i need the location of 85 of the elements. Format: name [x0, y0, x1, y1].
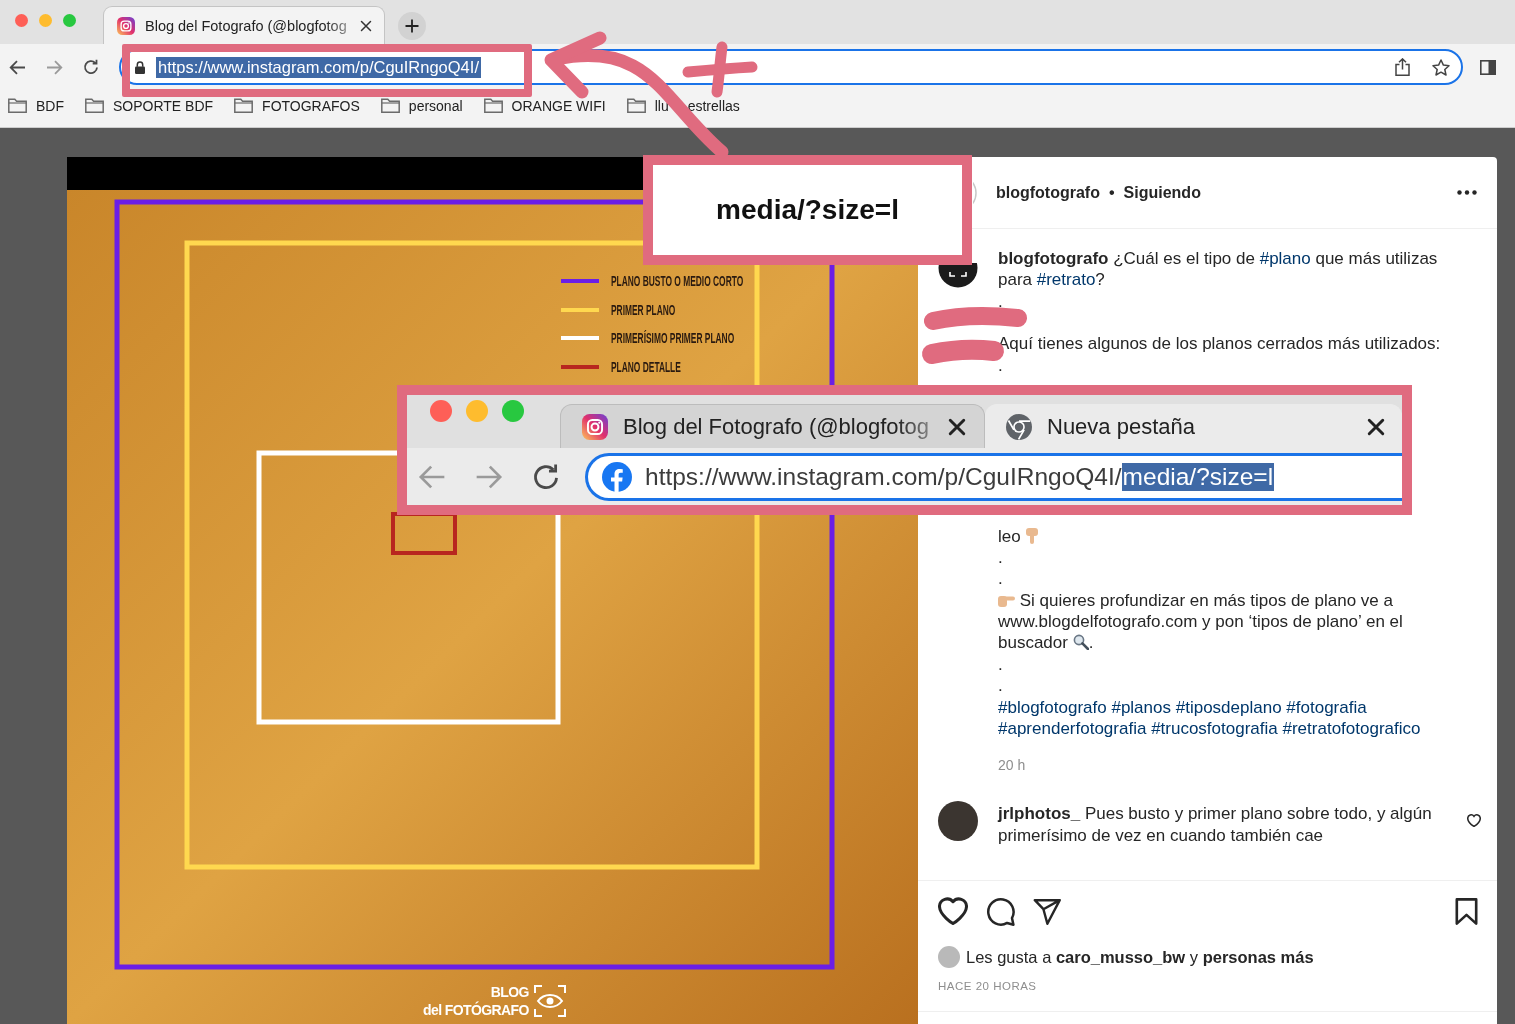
- logo-text: del FOTÓGRAFO: [423, 1001, 529, 1019]
- heart-icon[interactable]: [938, 897, 968, 925]
- hashtag-link[interactable]: #retratofotografico: [1282, 718, 1421, 738]
- legend-label: PLANO DETALLE: [611, 359, 681, 376]
- f-logo-icon: [602, 461, 632, 492]
- sidebar-icon[interactable]: [1480, 59, 1496, 75]
- folder-icon: [380, 98, 400, 113]
- reload-icon[interactable]: [532, 462, 560, 491]
- post-time: 20 h: [998, 756, 1027, 775]
- close-icon[interactable]: [360, 19, 372, 32]
- caption-text: blogfotografo ¿Cuál es el tipo de #plano que más utilizas para #retrato?: [998, 248, 1439, 291]
- url-suffix-callout: media/?size=l: [643, 155, 972, 265]
- caption-text: .: [998, 290, 1004, 313]
- hashtag-link[interactable]: #planos: [1111, 697, 1171, 717]
- camera-icon: [117, 16, 135, 35]
- close-dot-icon: [430, 400, 452, 422]
- user-avatar[interactable]: [938, 801, 978, 842]
- post-timestamp: HACE 20 HORAS: [938, 979, 1038, 993]
- plus-icon: [405, 19, 419, 33]
- new-tab-button[interactable]: [398, 12, 426, 40]
- caption-text: Si quieres profundizar en más tipos de plano ve a www.blogdelfotografo.com y pon ‘tipos de plano’ en el buscador .: [998, 589, 1404, 654]
- hashtag-link[interactable]: #trucosfotografia: [1151, 718, 1278, 738]
- browser-logo-icon: [1006, 413, 1032, 440]
- caption-text: .: [998, 547, 1004, 569]
- username-link[interactable]: blogfotografo: [998, 249, 1109, 268]
- bookmark-icon[interactable]: [1455, 897, 1478, 925]
- star-icon[interactable]: [1432, 58, 1450, 76]
- share-icon[interactable]: [1395, 58, 1410, 76]
- hashtag-link[interactable]: #aprenderfotografia: [998, 718, 1147, 738]
- browser-tab[interactable]: Nueva pestaña: [985, 404, 1402, 448]
- legend-label: PRIMER PLANO: [611, 301, 676, 318]
- selected-url-text: media/?size=l: [1121, 462, 1275, 491]
- lock-icon: [135, 60, 145, 74]
- hashtag-link[interactable]: #blogfotografo: [998, 697, 1107, 717]
- logo-avatar[interactable]: [938, 263, 978, 288]
- caption-text: .: [998, 653, 1004, 676]
- bookmark-folder[interactable]: BDF: [8, 97, 64, 114]
- folder-icon: [234, 98, 254, 113]
- bookmark-folder[interactable]: ORANGE WIFI: [483, 97, 606, 114]
- caption-text: .: [998, 354, 1004, 377]
- pointing-hand-icon: [1025, 527, 1040, 544]
- username-link[interactable]: jrlphotos_: [998, 804, 1081, 824]
- bookmark-folder[interactable]: SOPORTE BDF: [85, 97, 214, 114]
- caption-text: leo: [998, 525, 1458, 547]
- hashtag-link[interactable]: #tiposdeplano: [1175, 697, 1282, 717]
- folder-icon: [483, 98, 503, 113]
- logo-text: BLOG: [490, 983, 529, 1001]
- back-arrow-icon: [8, 59, 26, 75]
- bookmark-folder[interactable]: llu estrellas: [626, 97, 740, 114]
- url-text: https://www.instagram.com/p/CguIRngoQ4I/: [645, 462, 1122, 491]
- reload-icon: [83, 59, 99, 75]
- close-icon[interactable]: [1367, 417, 1385, 436]
- forward-arrow-icon: [45, 59, 63, 75]
- hashtag-link[interactable]: #fotografia: [1286, 697, 1367, 717]
- hashtag-link[interactable]: #retrato: [1036, 270, 1096, 290]
- hashtag-link[interactable]: #plano: [1259, 249, 1311, 268]
- address-bar[interactable]: https://www.instagram.com/p/CguIRngoQ4I/media/?size=l: [585, 452, 1402, 501]
- browser-tab[interactable]: Blog del Fotografo (@blogfotog: [103, 6, 385, 44]
- folder-icon: [85, 98, 104, 113]
- comment-text: jrlphotos_ Pues busto y primer plano sobre todo, y algún primerísimo de vez en cuando también cae: [998, 803, 1433, 846]
- browser-tab[interactable]: Blog del Fotografo (@blogfotog: [560, 404, 985, 448]
- legend-label: PLANO BUSTO O MEDIO CORTO: [611, 273, 744, 289]
- send-icon[interactable]: [1033, 897, 1061, 925]
- heart-icon[interactable]: [1467, 814, 1481, 828]
- camera-icon: [582, 413, 608, 440]
- caption-text: .: [998, 675, 1004, 697]
- more-options-icon[interactable]: [1457, 190, 1477, 195]
- eye-logo-icon: [532, 984, 567, 1018]
- separator-dot-text: •: [1108, 183, 1115, 202]
- magnifier-icon: [1072, 634, 1089, 651]
- pointing-hand-icon: [998, 594, 1015, 608]
- folder-icon: [626, 98, 646, 113]
- url-text: https://www.instagram.com/p/CguIRngoQ4I/: [156, 56, 481, 78]
- username-link[interactable]: blogfotografo: [996, 183, 1100, 202]
- comment-icon[interactable]: [986, 896, 1015, 926]
- caption-text: .: [998, 568, 1004, 590]
- zoom-dot-icon: [502, 400, 524, 422]
- following-button[interactable]: Siguiendo: [1123, 183, 1201, 202]
- minimize-dot-icon: [466, 400, 488, 422]
- likes-text: Les gusta a caro_musso_bw y personas más: [966, 947, 1314, 967]
- bookmark-folder[interactable]: FOTOGRAFOS: [234, 97, 360, 114]
- close-icon[interactable]: [948, 417, 966, 436]
- folder-icon: [8, 98, 27, 113]
- legend-label: PRIMERÍSIMO PRIMER PLANO: [611, 330, 735, 347]
- bookmark-folder[interactable]: personal: [380, 97, 463, 114]
